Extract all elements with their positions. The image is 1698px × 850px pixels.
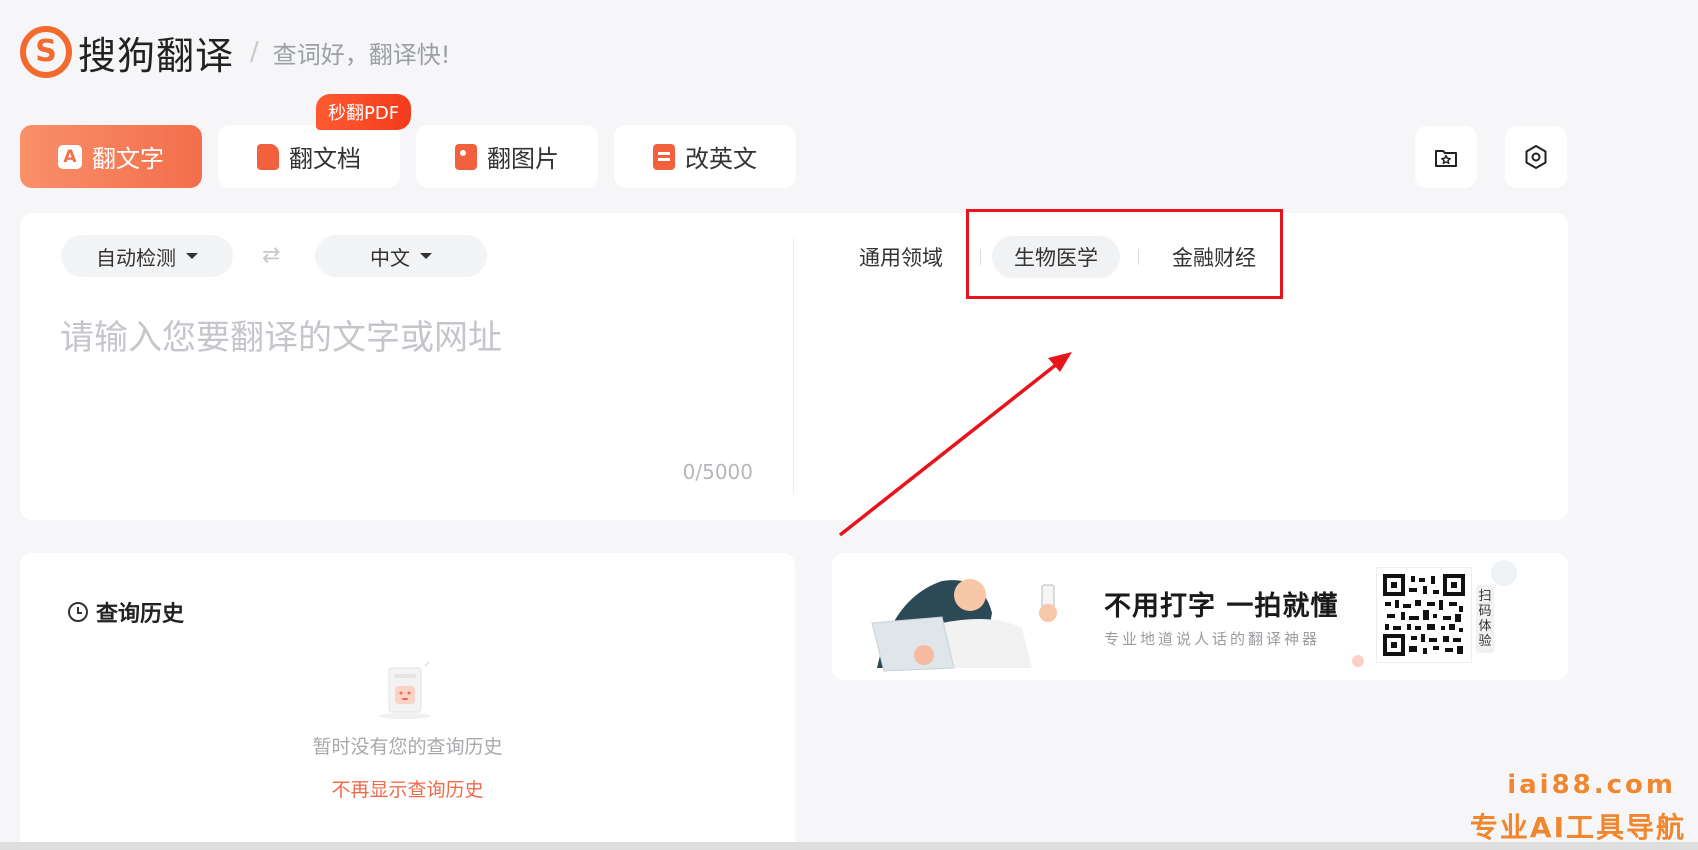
app-header: S 搜狗翻译 / 查词好，翻译快!: [20, 24, 450, 80]
tab-edit-english[interactable]: 改英文: [614, 125, 796, 188]
annotation-highlight-box: [966, 209, 1283, 299]
tab-label: 翻文档: [289, 145, 361, 173]
edit-english-icon: [653, 143, 675, 170]
tab-label: 翻文字: [92, 145, 164, 173]
sogou-logo-icon[interactable]: S: [20, 26, 72, 78]
tab-translate-image[interactable]: 翻图片: [416, 125, 598, 188]
panel-divider: [793, 238, 794, 494]
swap-languages-icon[interactable]: ⇄: [262, 243, 280, 268]
domain-general[interactable]: 通用领域: [837, 236, 965, 278]
target-language-label: 中文: [370, 245, 410, 270]
image-icon: [455, 143, 477, 170]
tab-label: 改英文: [685, 145, 757, 173]
scan-to-try-label: 扫码体验: [1476, 585, 1494, 653]
favorites-button[interactable]: [1415, 126, 1477, 188]
text-icon: A: [58, 144, 82, 169]
watermark-caption: 专业AI工具导航: [1469, 811, 1686, 844]
brand-name[interactable]: 搜狗翻译: [78, 25, 234, 80]
history-title: 查询历史: [96, 602, 185, 627]
gear-icon: [1525, 145, 1547, 169]
character-counter: 0/5000: [682, 460, 753, 484]
source-text-input[interactable]: [60, 310, 760, 450]
hide-history-link[interactable]: 不再显示查询历史: [20, 775, 795, 802]
caret-down-icon: [186, 253, 198, 259]
source-language-select[interactable]: 自动检测: [61, 235, 233, 277]
tab-translate-document[interactable]: 翻文档: [218, 125, 400, 188]
clock-icon: [68, 602, 88, 622]
qr-pattern: [1383, 574, 1465, 656]
star-folder-icon: [1435, 150, 1457, 167]
history-heading: 查询历史: [68, 596, 184, 628]
empty-history-illustration-icon: [379, 661, 431, 719]
tab-translate-text[interactable]: A 翻文字: [20, 125, 202, 188]
qr-code-icon[interactable]: [1376, 567, 1472, 663]
promo-title: 不用打字 一拍就懂: [1104, 591, 1339, 622]
settings-button[interactable]: [1505, 126, 1567, 188]
target-language-select[interactable]: 中文: [315, 235, 487, 277]
caret-down-icon: [420, 253, 432, 259]
slogan: 查词好，翻译快!: [272, 40, 451, 69]
slogan-separator: /: [250, 37, 259, 67]
pdf-promo-badge[interactable]: 秒翻PDF: [316, 94, 412, 130]
source-language-label: 自动检测: [96, 245, 176, 270]
empty-history-text: 暂时没有您的查询历史: [312, 736, 503, 758]
promo-subtitle: 专业地道说人话的翻译神器: [1104, 630, 1321, 648]
tab-label: 翻图片: [487, 145, 559, 173]
horizontal-scrollbar[interactable]: [0, 842, 1698, 850]
document-icon: [257, 143, 279, 170]
watermark-domain: iai88.com: [1507, 770, 1676, 800]
